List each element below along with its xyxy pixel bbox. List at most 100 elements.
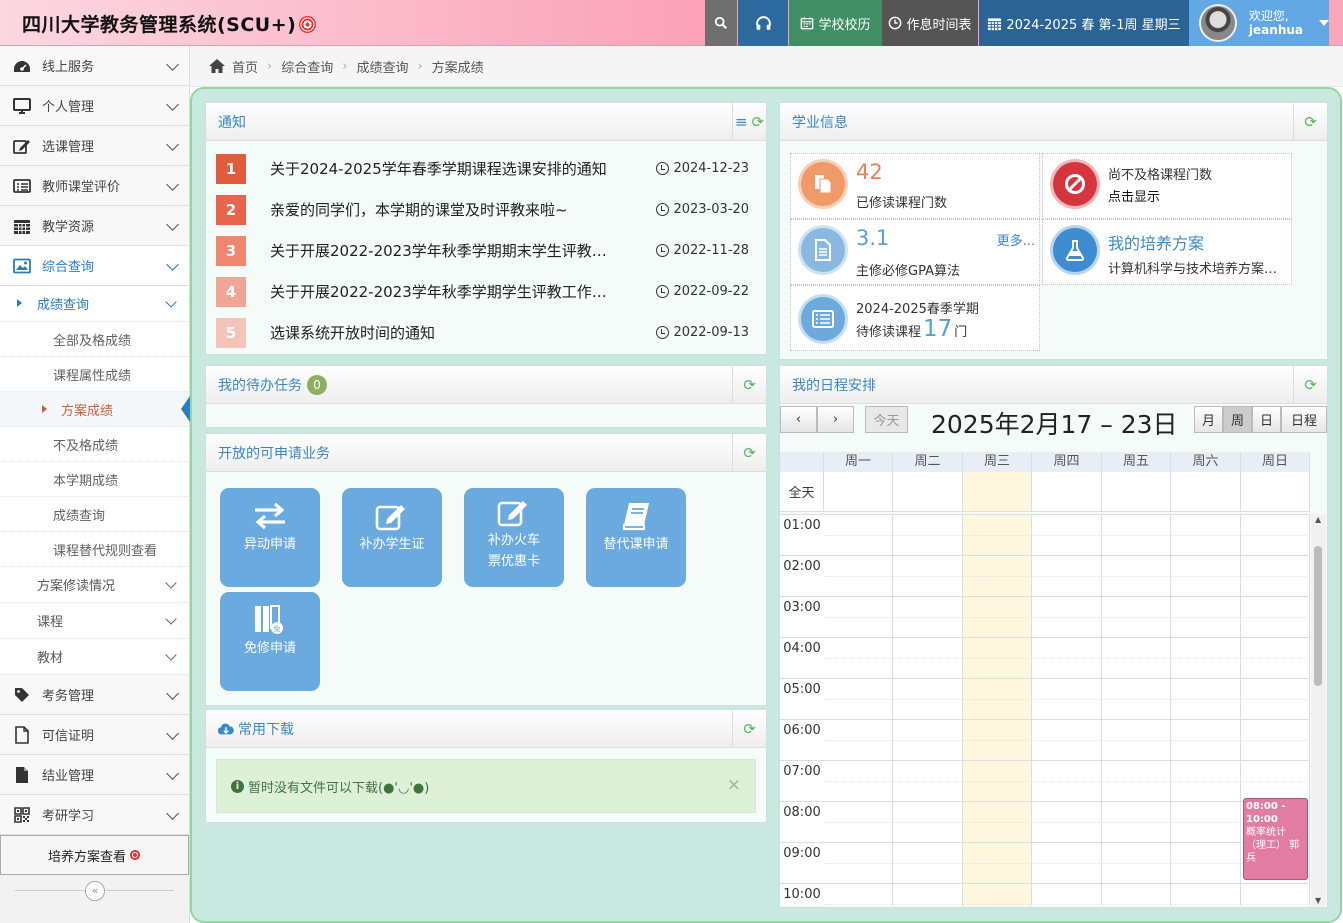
breadcrumb-item[interactable]: 综合查询 — [281, 57, 333, 76]
sidebar-leaf-failed[interactable]: 不及格成绩 — [0, 427, 189, 462]
sidebar-item-exam-affairs[interactable]: 考务管理 — [0, 675, 189, 715]
notice-title[interactable]: 关于开展2022-2023学年秋季学期学生评教工作… — [270, 281, 642, 302]
service-exemption-button[interactable]: 免 免修申请 — [220, 592, 320, 691]
chevron-down-icon — [165, 613, 177, 625]
day-header: 周日 — [1241, 452, 1310, 472]
sidebar-item-postgrad-study[interactable]: 考研学习 — [0, 795, 189, 835]
training-plan-card[interactable]: 我的培养方案 计算机科学与技术培养方案… — [1042, 219, 1292, 285]
sidebar-leaf-plan-grades[interactable]: 方案成绩 — [0, 392, 190, 427]
notice-item[interactable]: 1 关于2024-2025学年春季学期课程选课安排的通知 2024-12-23 — [206, 148, 766, 189]
calendar-icon — [801, 17, 814, 30]
all-day-cell[interactable] — [1241, 472, 1310, 512]
all-day-cell[interactable] — [1102, 472, 1171, 512]
search-button[interactable] — [705, 0, 737, 46]
today-button[interactable]: 今天 — [865, 406, 908, 433]
sidebar-item-comprehensive-query[interactable]: 综合查询 — [0, 246, 189, 286]
view-week-button[interactable]: 周 — [1223, 406, 1252, 433]
menu-icon[interactable]: ≡ — [735, 113, 748, 131]
refresh-icon[interactable]: ⟳ — [732, 434, 766, 472]
notice-title[interactable]: 选课系统开放时间的通知 — [270, 322, 642, 343]
refresh-icon[interactable]: ⟳ — [1293, 103, 1327, 141]
sidebar-item-teaching-resources[interactable]: 教学资源 — [0, 206, 189, 246]
service-train-card-button[interactable]: 补办火车 票优惠卡 — [464, 488, 564, 587]
sidebar-leaf-this-semester[interactable]: 本学期成绩 — [0, 462, 189, 497]
refresh-icon[interactable]: ⟳ — [732, 710, 766, 748]
collapse-double-left-icon[interactable]: « — [85, 881, 105, 901]
sidebar-subitem-plan-progress[interactable]: 方案修读情况 — [0, 567, 189, 603]
all-day-cell[interactable] — [893, 472, 963, 512]
next-week-button[interactable]: › — [817, 406, 854, 433]
refresh-icon[interactable]: ⟳ — [732, 366, 766, 404]
notice-item[interactable]: 2 亲爱的同学们，本学期的课堂及时评教来啦~ 2023-03-20 — [206, 189, 766, 230]
calendar-range-title: 2025年2月17 – 23日 — [931, 410, 1178, 439]
sidebar-leaf-label: 方案成绩 — [61, 403, 114, 419]
widget-header: 学业信息 ⟳ — [780, 103, 1327, 141]
training-plan-button[interactable]: 培养方案查看 — [0, 835, 189, 875]
sidebar-leaf-course-attribute[interactable]: 课程属性成绩 — [0, 357, 189, 392]
breadcrumb-item[interactable]: 成绩查询 — [356, 57, 408, 76]
notice-item[interactable]: 3 关于开展2022-2023学年秋季学期期末学生评教… 2022-11-28 — [206, 230, 766, 271]
courses-taken-card[interactable]: 42 已修读课程门数 — [790, 153, 1040, 219]
all-day-cell-today[interactable] — [963, 472, 1032, 512]
sidebar-item-personal[interactable]: 个人管理 — [0, 86, 189, 126]
scrollbar-thumb[interactable] — [1314, 546, 1322, 686]
view-agenda-button[interactable]: 日程 — [1281, 406, 1327, 433]
gpa-card[interactable]: 3.1 主修必修GPA算法 更多... — [790, 219, 1040, 285]
sidebar-leaf-all-passed[interactable]: 全部及格成绩 — [0, 322, 189, 357]
user-greeting: 欢迎您, jeanhua — [1249, 9, 1303, 37]
notice-title[interactable]: 关于开展2022-2023学年秋季学期期末学生评教… — [270, 240, 642, 261]
view-month-button[interactable]: 月 — [1194, 406, 1223, 433]
more-link[interactable]: 更多... — [997, 230, 1035, 249]
refresh-icon[interactable]: ⟳ — [1293, 366, 1327, 404]
sidebar-leaf-grade-query[interactable]: 成绩查询 — [0, 497, 189, 532]
sidebar-item-completion[interactable]: 结业管理 — [0, 755, 189, 795]
sidebar-collapse: « — [0, 875, 189, 905]
sidebar-item-teacher-evaluation[interactable]: 教师课堂评价 — [0, 166, 189, 206]
clock-icon — [656, 203, 670, 216]
notice-title[interactable]: 亲爱的同学们，本学期的课堂及时评教来啦~ — [270, 199, 642, 220]
failed-courses-show-link[interactable]: 点击显示 — [1108, 186, 1160, 205]
schedule-time-button[interactable]: 作息时间表 — [882, 0, 978, 46]
school-calendar-button[interactable]: 学校校历 — [789, 0, 882, 46]
notice-item[interactable]: 4 关于开展2022-2023学年秋季学期学生评教工作… 2022-09-22 — [206, 271, 766, 312]
breadcrumb-home[interactable]: 首页 — [232, 57, 258, 76]
all-day-cell[interactable] — [1032, 472, 1102, 512]
notice-item[interactable]: 5 选课系统开放时间的通知 2022-09-13 — [206, 312, 766, 353]
sidebar-subitem-textbook[interactable]: 教材 — [0, 639, 189, 675]
day-header: 周四 — [1032, 452, 1102, 472]
notice-date: 2022-09-22 — [656, 284, 749, 299]
sidebar-subitem-grade-query[interactable]: 成绩查询 — [0, 286, 189, 322]
all-day-cell[interactable] — [824, 472, 893, 512]
view-day-button[interactable]: 日 — [1252, 406, 1281, 433]
service-student-card-button[interactable]: 补办学生证 — [342, 488, 442, 587]
calendar-event[interactable]: 08:00 - 10:00 概率统计（理工） 郭兵 — [1243, 798, 1308, 880]
notice-title[interactable]: 关于2024-2025学年春季学期课程选课安排的通知 — [270, 158, 642, 179]
headphones-icon — [755, 15, 771, 30]
pending-courses-card[interactable]: 2024-2025春季学期 待修读课程 17 门 — [790, 285, 1040, 351]
failed-courses-card[interactable]: 尚不及格课程门数 点击显示 — [1042, 153, 1292, 219]
desktop-icon — [12, 97, 32, 115]
sidebar-subitem-course[interactable]: 课程 — [0, 603, 189, 639]
notice-list: 1 关于2024-2025学年春季学期课程选课安排的通知 2024-12-23 2 亲… — [206, 141, 766, 353]
sidebar-leaf-substitution-rules[interactable]: 课程替代规则查看 — [0, 532, 189, 567]
scroll-up-icon[interactable]: ▲ — [1315, 515, 1321, 524]
breadcrumb: 首页 › 综合查询 › 成绩查询 › 方案成绩 — [190, 46, 1343, 87]
sidebar-item-course-selection[interactable]: 选课管理 — [0, 126, 189, 166]
support-button[interactable] — [738, 0, 788, 46]
training-plan-title[interactable]: 我的培养方案 — [1108, 230, 1204, 254]
sidebar-item-credential[interactable]: 可信证明 — [0, 715, 189, 755]
sidebar-item-label: 教师课堂评价 — [42, 180, 121, 195]
all-day-cell[interactable] — [1171, 472, 1241, 512]
refresh-icon[interactable]: ⟳ — [752, 113, 765, 131]
scroll-down-icon[interactable]: ▼ — [1315, 896, 1321, 905]
notice-date-text: 2023-03-20 — [673, 202, 749, 217]
service-substitute-button[interactable]: 替代课申请 — [586, 488, 686, 587]
service-transfer-button[interactable]: 异动申请 — [220, 488, 320, 587]
prev-week-button[interactable]: ‹ — [780, 406, 817, 433]
widget-header: 通知 ≡ ⟳ — [206, 103, 766, 141]
sidebar-item-online-service[interactable]: 线上服务 — [0, 46, 189, 86]
event-title: 概率统计（理工） 郭兵 — [1246, 827, 1300, 864]
calendar-scrollbar[interactable]: ▲ ▼ — [1311, 514, 1326, 906]
user-menu[interactable]: 欢迎您, jeanhua — [1189, 0, 1329, 46]
close-icon[interactable]: × — [727, 775, 741, 795]
